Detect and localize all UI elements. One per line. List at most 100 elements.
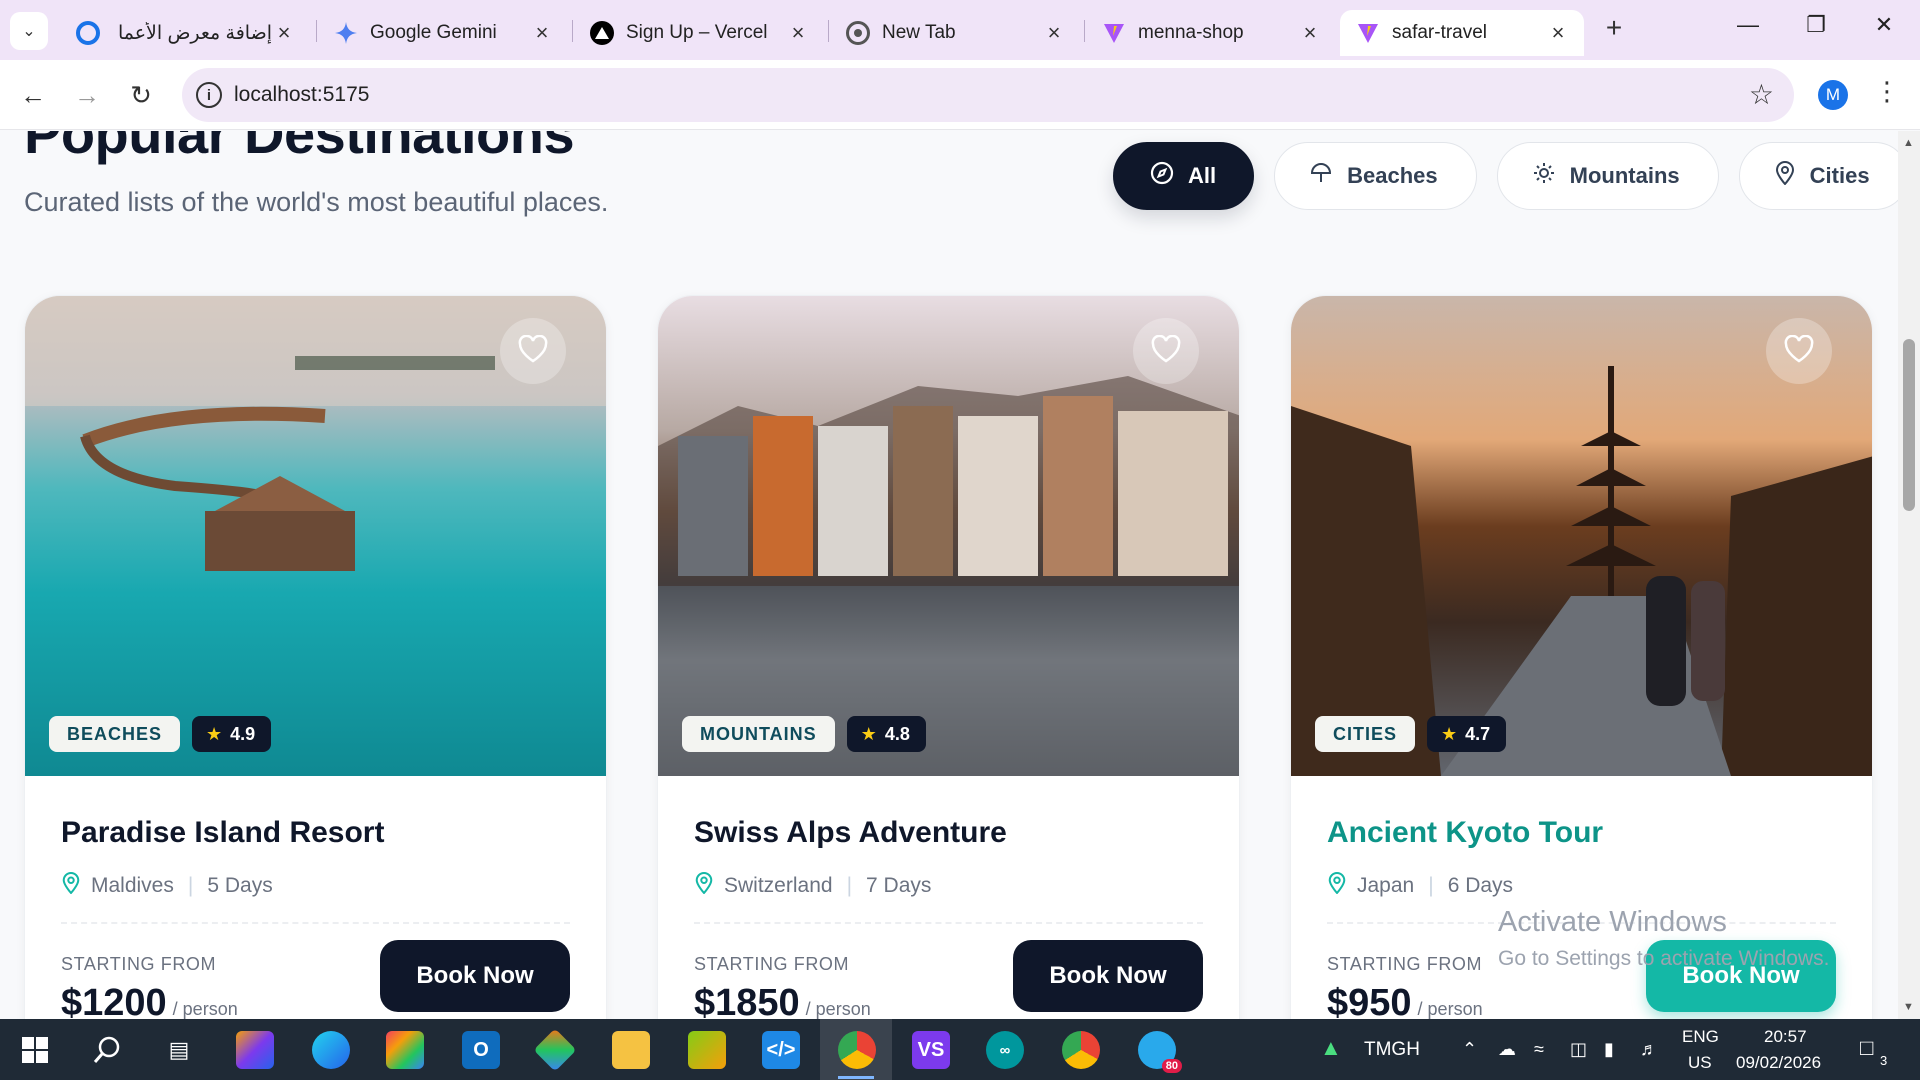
rating-value: 4.8	[884, 723, 910, 744]
starting-from-label: STARTING FROM	[61, 954, 217, 974]
rating-badge: ★ 4.8	[846, 716, 926, 752]
chevron-up-icon[interactable]: ⌃	[1462, 1039, 1477, 1060]
vercel-icon	[590, 21, 614, 45]
compass-icon	[1150, 161, 1174, 191]
chrome-icon[interactable]	[1062, 1031, 1100, 1069]
menu-dots-icon[interactable]: ⋮	[1874, 76, 1900, 107]
favorite-button[interactable]	[500, 318, 566, 384]
telegram-icon[interactable]: 80	[1138, 1031, 1182, 1073]
outlook-icon[interactable]: O	[462, 1031, 500, 1069]
store-icon[interactable]	[386, 1031, 424, 1069]
profile-avatar[interactable]: M	[1818, 80, 1848, 110]
restore-icon: ❐	[1806, 12, 1826, 37]
filter-label: Beaches	[1347, 163, 1438, 188]
tab-safar-travel[interactable]: safar-travel ×	[1340, 10, 1584, 56]
filter-cities[interactable]: Cities	[1738, 142, 1898, 210]
close-icon: ✕	[1874, 12, 1894, 37]
minimize-icon: —	[1737, 12, 1759, 37]
book-now-button[interactable]: Book Now	[1013, 940, 1203, 1012]
back-button[interactable]: ←	[16, 78, 50, 112]
tab-search-button[interactable]: ⌄	[10, 12, 48, 50]
close-icon[interactable]: ×	[530, 20, 554, 46]
price-unit: / person	[805, 999, 871, 1019]
tab-title: Google Gemini	[370, 22, 497, 43]
scroll-up-icon[interactable]: ▲	[1903, 137, 1914, 149]
card-title: Paradise Island Resort	[61, 816, 385, 849]
forward-button[interactable]: →	[70, 78, 104, 112]
filter-mountains[interactable]: Mountains	[1496, 142, 1719, 210]
category-badge: CITIES	[1315, 716, 1416, 752]
new-tab-button[interactable]: +	[1598, 12, 1630, 44]
page-scrollbar[interactable]: ▲ ▼	[1898, 131, 1920, 1019]
weather-icon[interactable]: ▲	[1320, 1035, 1342, 1061]
close-icon[interactable]: ×	[786, 20, 810, 46]
close-icon[interactable]: ×	[272, 20, 296, 46]
bookmark-star-icon[interactable]: ☆	[1749, 78, 1774, 111]
tab-new-tab[interactable]: New Tab ×	[830, 10, 1080, 56]
onedrive-icon[interactable]: ☁	[1498, 1039, 1516, 1060]
destination-card[interactable]: CITIES ★ 4.7 Ancient Kyoto Tour Japan | 6…	[1290, 295, 1873, 1019]
scroll-thumb[interactable]	[1903, 339, 1915, 511]
close-icon[interactable]: ×	[1042, 20, 1066, 46]
volume-icon[interactable]: ♬	[1640, 1039, 1658, 1060]
filter-label: Mountains	[1569, 163, 1680, 188]
book-now-button[interactable]: Book Now	[380, 940, 570, 1012]
wifi-icon[interactable]: ≈	[1534, 1039, 1544, 1060]
region-indicator[interactable]: US	[1688, 1053, 1712, 1073]
card-meta: Switzerland | 7 Days	[694, 872, 931, 900]
star-icon: ★	[1441, 723, 1458, 744]
scroll-down-icon[interactable]: ▼	[1903, 1001, 1914, 1013]
restore-button[interactable]: ❐	[1796, 12, 1836, 38]
copilot-icon[interactable]	[236, 1031, 274, 1069]
map-pin-icon	[694, 872, 714, 900]
clock-time[interactable]: 20:57	[1764, 1027, 1807, 1047]
destination-card[interactable]: MOUNTAINS ★ 4.8 Swiss Alps Adventure Swit…	[657, 295, 1240, 1019]
vscode-icon[interactable]: </>	[762, 1031, 800, 1069]
network-icon[interactable]: ◫	[1570, 1039, 1587, 1060]
book-now-button[interactable]: Book Now	[1646, 940, 1836, 1012]
info-icon[interactable]: i	[196, 82, 222, 108]
chrome-icon[interactable]	[838, 1031, 876, 1069]
tab-vercel[interactable]: Sign Up – Vercel ×	[574, 10, 824, 56]
rating-badge: ★ 4.9	[192, 716, 272, 752]
page-content: Popular Destinations Curated lists of th…	[0, 131, 1898, 1019]
task-view-icon[interactable]: ▤	[160, 1031, 198, 1069]
url-text[interactable]: localhost:5175	[234, 83, 369, 107]
vite-icon	[1356, 21, 1380, 45]
price: $1200/ person	[61, 982, 238, 1019]
destination-card[interactable]: BEACHES ★ 4.9 Paradise Island Resort Mald…	[24, 295, 607, 1019]
battery-icon[interactable]: ▮	[1604, 1039, 1614, 1060]
filter-beaches[interactable]: Beaches	[1274, 142, 1477, 210]
windows-start-icon[interactable]	[16, 1031, 54, 1069]
weather-text[interactable]: TMGH	[1364, 1039, 1420, 1061]
tab-gemini[interactable]: Google Gemini ×	[318, 10, 568, 56]
favorite-button[interactable]	[1133, 318, 1199, 384]
tab-menna-shop[interactable]: menna-shop ×	[1086, 10, 1336, 56]
language-indicator[interactable]: ENG	[1682, 1027, 1719, 1047]
visual-studio-icon[interactable]: VS	[912, 1031, 950, 1069]
arduino-icon[interactable]: ∞	[986, 1031, 1024, 1069]
notifications-icon[interactable]: □	[1860, 1035, 1873, 1061]
tab-portfolio[interactable]: إضافة معرض الأعما ×	[60, 10, 310, 56]
clock-date[interactable]: 09/02/2026	[1736, 1053, 1821, 1073]
price: $1850/ person	[694, 982, 871, 1019]
close-icon[interactable]: ×	[1298, 20, 1322, 46]
location: Maldives	[91, 874, 174, 897]
reload-button[interactable]: ↻	[124, 78, 158, 112]
snipping-tool-icon[interactable]	[688, 1031, 726, 1069]
close-window-button[interactable]: ✕	[1864, 12, 1904, 38]
edge-icon[interactable]	[312, 1031, 350, 1069]
card-badges: CITIES ★ 4.7	[1315, 716, 1507, 752]
address-bar[interactable]: i localhost:5175 ☆	[182, 68, 1794, 122]
filter-all[interactable]: All	[1113, 142, 1255, 210]
chrome-icon	[846, 21, 870, 45]
search-icon[interactable]	[88, 1031, 126, 1069]
app-icon[interactable]	[533, 1028, 577, 1072]
duration: 5 Days	[207, 874, 273, 897]
umbrella-icon	[1309, 161, 1333, 191]
favorite-button[interactable]	[1766, 318, 1832, 384]
minimize-button[interactable]: —	[1728, 12, 1768, 38]
close-icon[interactable]: ×	[1546, 20, 1570, 46]
meta-separator: |	[846, 874, 853, 897]
file-explorer-icon[interactable]	[612, 1031, 650, 1069]
